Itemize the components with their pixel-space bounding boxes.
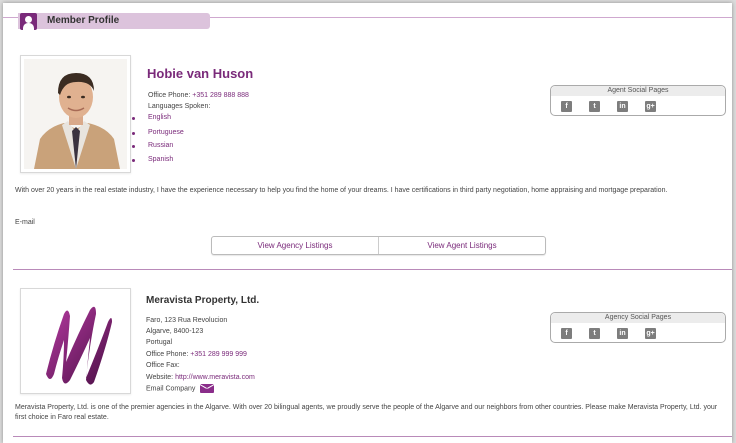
envelope-icon[interactable] [200,384,215,393]
view-agency-listings-button[interactable]: View Agency Listings [212,237,378,254]
company-office-fax: Office Fax: [146,362,180,369]
meravista-logo-icon [46,306,112,385]
company-logo [20,288,131,394]
agent-bio: With over 20 years in the real estate in… [15,187,668,194]
agent-name: Hobie van Huson [147,66,254,81]
agency-social-title: Agency Social Pages [551,313,725,323]
view-agent-listings-button[interactable]: View Agent Listings [378,237,545,254]
email-company-link[interactable]: Email Company [146,384,215,393]
language-item: Portuguese [148,129,184,136]
section-divider [13,436,732,437]
language-item: Russian [148,142,174,149]
page-title: Member Profile [47,15,120,26]
office-phone-label: Office Phone: [148,92,191,99]
twitter-icon[interactable]: t [589,101,600,112]
facebook-icon[interactable]: f [561,328,572,339]
agent-portrait-image [24,59,127,169]
office-phone-link[interactable]: +351 289 888 888 [192,92,249,99]
agent-photo [20,55,131,173]
google-plus-icon[interactable]: g+ [645,328,656,339]
google-plus-icon[interactable]: g+ [645,101,656,112]
agent-social-title: Agent Social Pages [551,86,725,96]
website-label: Website: [146,374,174,381]
company-bio: Meravista Property, Ltd. is one of the p… [15,404,718,421]
office-phone-link[interactable]: +351 289 999 999 [190,351,247,358]
company-address-line2: Algarve, 8400-123 [146,328,204,335]
listings-button-group: View Agency Listings View Agent Listings [211,236,546,255]
language-item: Spanish [148,156,174,163]
company-country: Portugal [146,339,173,346]
facebook-icon[interactable]: f [561,101,572,112]
agent-office-phone: Office Phone: +351 289 888 888 [148,92,249,99]
agent-social-pages: Agent Social Pages f t in g+ [550,85,726,116]
company-website: Website: http://www.meravista.com [146,374,255,381]
user-icon [20,13,37,30]
email-company-label: Email Company [146,385,196,393]
agency-social-pages: Agency Social Pages f t in g+ [550,312,726,343]
bullet-icon [132,132,135,135]
languages-label: Languages Spoken: [148,103,211,110]
member-profile-page: Member Profile Hobie van Huson Office Ph… [3,3,732,443]
linkedin-icon[interactable]: in [617,101,628,112]
company-address-line1: Faro, 123 Rua Revolucion [146,317,228,324]
office-phone-label: Office Phone: [146,351,189,358]
company-name: Meravista Property, Ltd. [146,295,260,306]
bullet-icon [132,159,135,162]
section-divider [13,269,732,270]
bullet-icon [132,117,135,120]
twitter-icon[interactable]: t [589,328,600,339]
company-office-phone: Office Phone: +351 289 999 999 [146,351,247,358]
linkedin-icon[interactable]: in [617,328,628,339]
bullet-icon [132,145,135,148]
language-item: English [148,114,171,121]
website-link[interactable]: http://www.meravista.com [175,374,255,381]
agent-email-link[interactable]: E-mail [15,219,35,226]
